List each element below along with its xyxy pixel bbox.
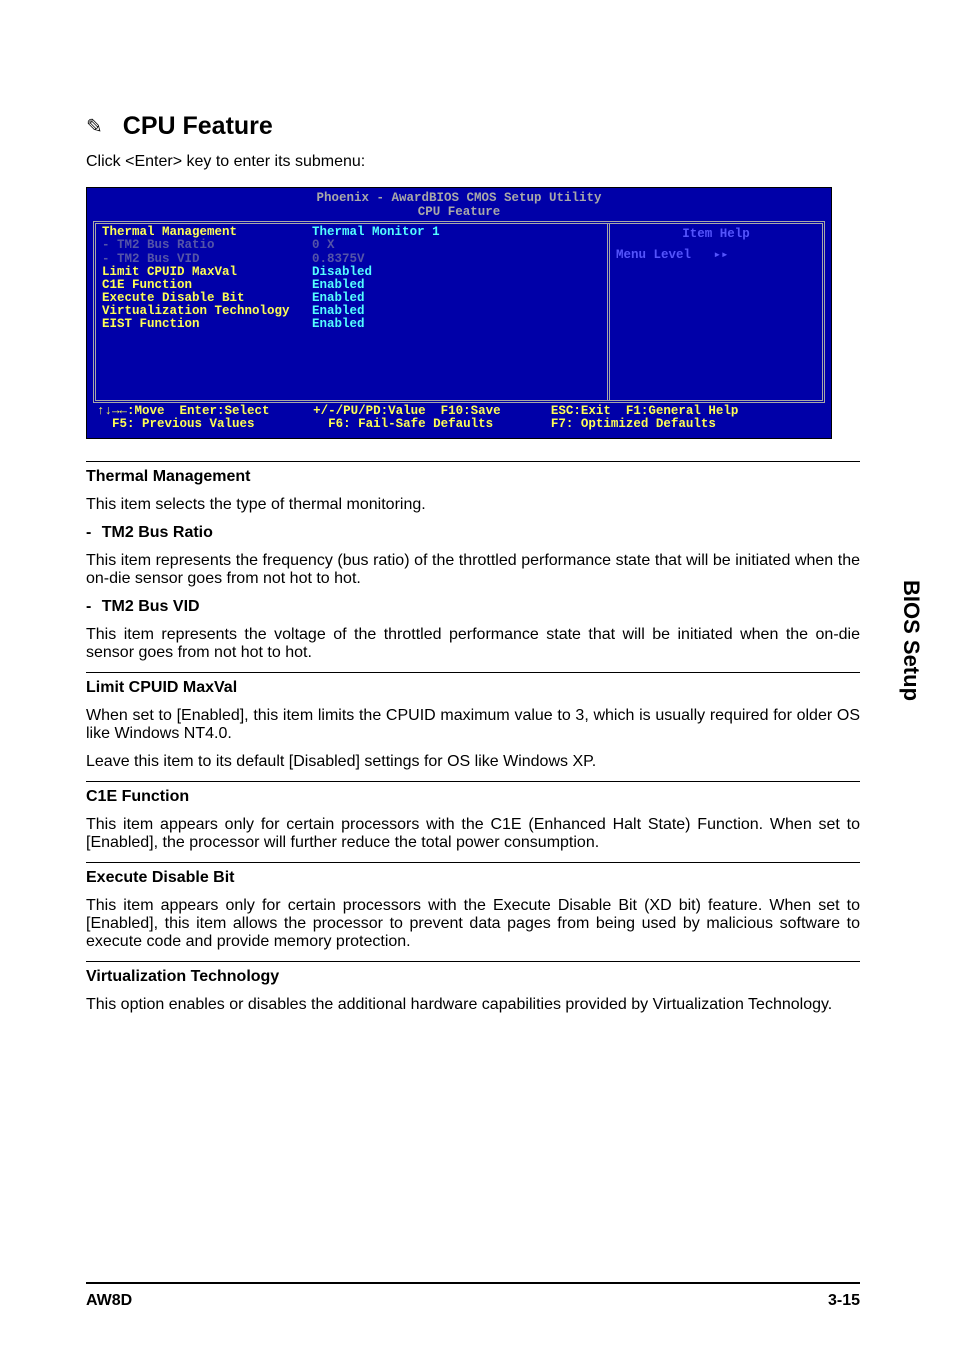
pointer-icon: ✎ xyxy=(86,114,103,139)
bios-setting-value: 0.8375V xyxy=(312,252,365,266)
section-title: Limit CPUID MaxVal xyxy=(86,679,860,697)
side-tab: BIOS Setup xyxy=(898,580,924,701)
bios-setting-row: EIST Function Enabled xyxy=(102,318,601,331)
subsection-title: - TM2 Bus Ratio xyxy=(86,524,860,542)
bios-grid: Thermal Management Thermal Monitor 1- TM… xyxy=(93,221,825,403)
footer-rule xyxy=(86,1282,860,1284)
page-footer: AW8D 3-15 xyxy=(86,1292,860,1310)
section-paragraph: This option enables or disables the addi… xyxy=(86,996,860,1014)
section-paragraph: When set to [Enabled], this item limits … xyxy=(86,707,860,743)
section-rule xyxy=(86,961,860,962)
bios-setting-value: Enabled xyxy=(312,278,365,292)
section-title: Thermal Management xyxy=(86,468,860,486)
section-title: Execute Disable Bit xyxy=(86,869,860,887)
bios-hint-value: +/-/PU/PD:Value F10:Save xyxy=(313,404,501,418)
section-paragraph: This item appears only for certain proce… xyxy=(86,897,860,951)
sections-container: Thermal Management This item selects the … xyxy=(86,461,860,1014)
subsection-title: - TM2 Bus VID xyxy=(86,598,860,616)
section-paragraph: Leave this item to its default [Disabled… xyxy=(86,753,860,771)
bios-setting-label: C1E Function xyxy=(102,278,312,292)
bios-footer-col2: +/-/PU/PD:Value F10:Save F6: Fail-Safe D… xyxy=(313,405,551,431)
section-rule xyxy=(86,781,860,782)
bios-menu-level-label: Menu Level xyxy=(616,248,691,262)
bios-footer-col3: ESC:Exit F1:General HelpF7: Optimized De… xyxy=(551,405,821,431)
footer-page-number: 3-15 xyxy=(828,1292,860,1310)
subsection-title-text: TM2 Bus VID xyxy=(97,598,199,615)
page: BIOS Setup ✎ CPU Feature Click <Enter> k… xyxy=(0,0,954,1352)
bios-setting-label: Limit CPUID MaxVal xyxy=(102,265,312,279)
section-title: C1E Function xyxy=(86,788,860,806)
page-heading: CPU Feature xyxy=(123,112,273,141)
subsection-prefix: - xyxy=(86,598,91,615)
bios-setting-value: Enabled xyxy=(312,304,365,318)
section-rule xyxy=(86,672,860,673)
chevron-right-icon: ▸▸ xyxy=(714,248,729,262)
bios-setting-label: - TM2 Bus Ratio xyxy=(102,238,312,252)
bios-hint-nav: ↑↓→←:Move Enter:Select xyxy=(97,404,270,418)
bios-setting-label: - TM2 Bus VID xyxy=(102,252,312,266)
bios-title: Phoenix - AwardBIOS CMOS Setup Utility xyxy=(87,188,831,206)
bios-setting-label: Thermal Management xyxy=(102,225,312,239)
bios-hint-f7: F7: Optimized Defaults xyxy=(551,417,716,431)
bios-screenshot: Phoenix - AwardBIOS CMOS Setup Utility C… xyxy=(86,187,832,439)
bios-setting-value: Enabled xyxy=(312,317,365,331)
bios-setting-value: 0 X xyxy=(312,238,335,252)
bios-settings-pane: Thermal Management Thermal Monitor 1- TM… xyxy=(96,224,607,400)
bios-hint-f5: F5: Previous Values xyxy=(97,417,255,431)
bios-subtitle: CPU Feature xyxy=(87,206,831,221)
bios-setting-label: Execute Disable Bit xyxy=(102,291,312,305)
footer-model: AW8D xyxy=(86,1292,132,1310)
section-title: Virtualization Technology xyxy=(86,968,860,986)
bios-help-title: Item Help xyxy=(616,226,816,249)
bios-setting-label: Virtualization Technology xyxy=(102,304,312,318)
subsection-title-text: TM2 Bus Ratio xyxy=(97,524,213,541)
bios-setting-label: EIST Function xyxy=(102,317,312,331)
bios-hint-f6: F6: Fail-Safe Defaults xyxy=(313,417,493,431)
section-paragraph: This item appears only for certain proce… xyxy=(86,816,860,852)
bios-hint-esc: ESC:Exit F1:General Help xyxy=(551,404,739,418)
section-rule xyxy=(86,461,860,462)
subsection-prefix: - xyxy=(86,524,91,541)
bios-help-pane: Item Help Menu Level ▸▸ xyxy=(607,224,822,400)
subsection-paragraph: This item represents the voltage of the … xyxy=(86,626,860,662)
bios-setting-value: Disabled xyxy=(312,265,372,279)
subsection-paragraph: This item represents the frequency (bus … xyxy=(86,552,860,588)
bios-footer-col1: ↑↓→←:Move Enter:Select F5: Previous Valu… xyxy=(97,405,313,431)
bios-footer: ↑↓→←:Move Enter:Select F5: Previous Valu… xyxy=(87,403,831,437)
bios-setting-value: Thermal Monitor 1 xyxy=(312,225,440,239)
heading-row: ✎ CPU Feature xyxy=(86,112,860,141)
section-paragraph: This item selects the type of thermal mo… xyxy=(86,496,860,514)
intro-text: Click <Enter> key to enter its submenu: xyxy=(86,153,860,171)
section-rule xyxy=(86,862,860,863)
bios-menu-level: Menu Level ▸▸ xyxy=(616,249,816,262)
bios-setting-value: Enabled xyxy=(312,291,365,305)
